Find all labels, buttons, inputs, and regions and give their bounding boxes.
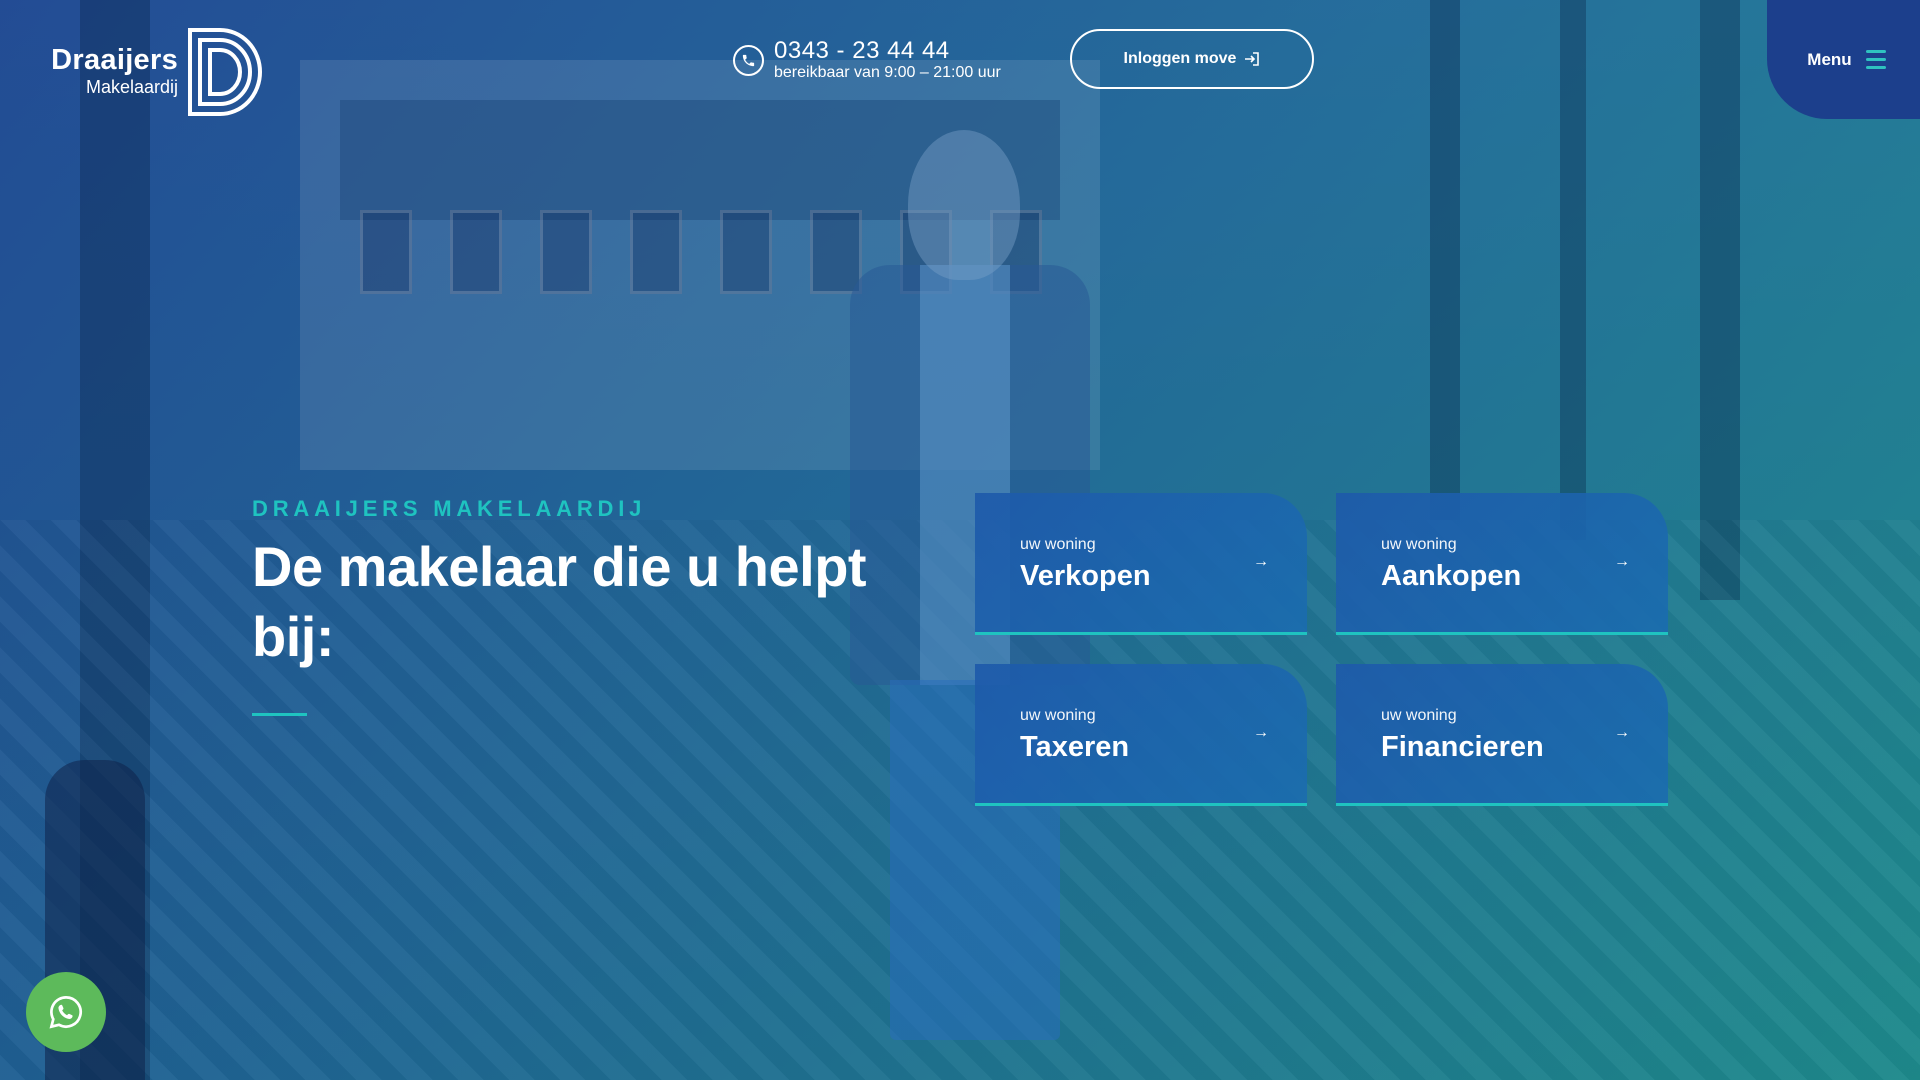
arrow-right-icon: → <box>1253 553 1269 570</box>
menu-button[interactable]: Menu <box>1767 0 1920 119</box>
card-title: Financieren <box>1381 731 1544 763</box>
hamburger-icon <box>1865 50 1886 69</box>
card-title: Aankopen <box>1381 560 1522 592</box>
login-button-label: Inloggen move <box>1123 50 1237 67</box>
logo-sub-text: Makelaardij <box>85 77 178 97</box>
service-card-taxeren[interactable]: uw woning Taxeren → <box>975 664 1307 806</box>
logo-d-mark-icon <box>188 28 262 116</box>
arrow-right-icon: → <box>1614 724 1630 741</box>
card-kicker: uw woning <box>1381 707 1457 724</box>
phone-contact[interactable]: 0343 - 23 44 44 bereikbaar van 9:00 – 21… <box>733 38 1001 82</box>
arrow-right-icon: → <box>1253 724 1269 741</box>
card-title: Taxeren <box>1020 731 1130 763</box>
service-card-aankopen[interactable]: uw woning Aankopen → <box>1336 493 1668 635</box>
hero-eyebrow: DRAAIJERS MAKELAARDIJ <box>252 496 647 521</box>
login-move-button[interactable]: Inloggen move <box>1070 29 1314 89</box>
site-logo[interactable]: Draaijers Makelaardij <box>34 26 274 121</box>
accent-divider <box>252 713 307 716</box>
card-kicker: uw woning <box>1020 536 1096 553</box>
service-card-financieren[interactable]: uw woning Financieren → <box>1336 664 1668 806</box>
login-arrow-icon <box>1245 52 1260 66</box>
hero-headline: De makelaar die u helpt bij: <box>252 535 867 668</box>
card-kicker: uw woning <box>1381 536 1457 553</box>
phone-number[interactable]: 0343 - 23 44 44 <box>774 38 1001 64</box>
phone-icon <box>733 44 764 76</box>
service-card-verkopen[interactable]: uw woning Verkopen → <box>975 493 1307 635</box>
whatsapp-button[interactable] <box>26 972 106 1052</box>
menu-label: Menu <box>1807 49 1852 69</box>
arrow-right-icon: → <box>1614 553 1630 570</box>
card-kicker: uw woning <box>1020 707 1096 724</box>
whatsapp-icon <box>49 996 82 1029</box>
card-title: Verkopen <box>1020 560 1151 592</box>
phone-hours: bereikbaar van 9:00 – 21:00 uur <box>774 64 1001 81</box>
logo-brand-text: Draaijers <box>51 44 178 76</box>
